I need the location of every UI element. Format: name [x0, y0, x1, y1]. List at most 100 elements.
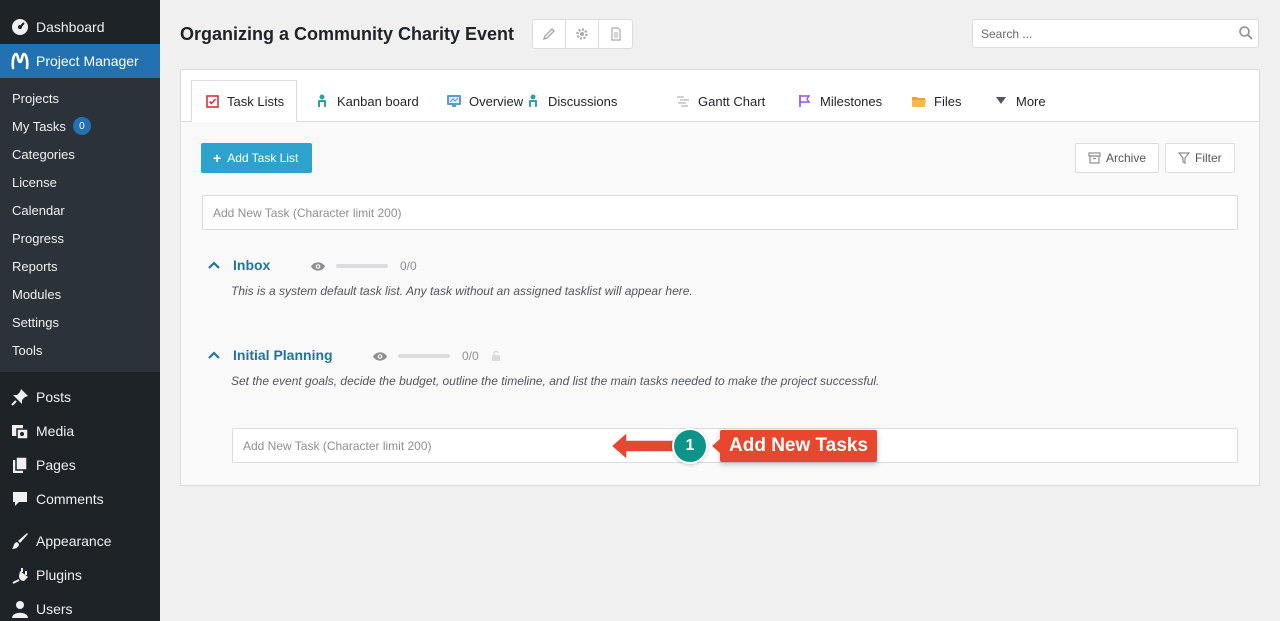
- funnel-icon: [1178, 152, 1190, 164]
- user-icon: [10, 599, 30, 619]
- menu-appearance[interactable]: Appearance: [0, 524, 160, 558]
- media-icon: [10, 421, 30, 441]
- tab-files[interactable]: Files: [899, 80, 973, 122]
- tab-discussions-label: Discussions: [548, 93, 618, 109]
- submenu-modules[interactable]: Modules: [0, 280, 160, 308]
- eye-icon[interactable]: [372, 351, 388, 362]
- tab-files-label: Files: [934, 93, 962, 109]
- menu-dashboard[interactable]: Dashboard: [0, 10, 160, 44]
- chevron-up-icon[interactable]: [207, 260, 221, 270]
- dashboard-icon: [10, 17, 30, 37]
- discussions-people-icon: [525, 93, 541, 109]
- initial-planning-list-description: Set the event goals, decide the budget, …: [231, 374, 880, 388]
- edit-project-button[interactable]: [533, 20, 566, 48]
- filter-label: Filter: [1195, 151, 1222, 165]
- inbox-progress-bar: [336, 264, 388, 268]
- main-area: Organizing a Community Charity Event Tas…: [160, 0, 1280, 621]
- submenu-calendar[interactable]: Calendar: [0, 196, 160, 224]
- caret-down-icon: [993, 93, 1009, 109]
- folder-icon: [911, 93, 927, 109]
- project-manager-icon: [10, 51, 30, 71]
- submenu-progress[interactable]: Progress: [0, 224, 160, 252]
- tab-more-label: More: [1016, 93, 1046, 109]
- tab-more[interactable]: More: [981, 80, 1058, 122]
- add-task-list-label: Add Task List: [227, 151, 299, 165]
- callout-arrow-icon: [609, 430, 676, 462]
- menu-media-label: Media: [36, 423, 75, 439]
- submenu-projects[interactable]: Projects: [0, 84, 160, 112]
- menu-project-manager-label: Project Manager: [36, 53, 139, 69]
- milestone-flag-icon: [797, 93, 813, 109]
- initial-planning-task-count: 0/0: [462, 349, 479, 363]
- archive-label: Archive: [1106, 151, 1147, 165]
- initial-planning-list-header: Initial Planning: [207, 347, 333, 363]
- tab-task-lists[interactable]: Task Lists: [191, 80, 298, 123]
- project-manager-submenu: Projects My Tasks 0 Categories License C…: [0, 78, 160, 372]
- plus-icon: +: [213, 150, 222, 166]
- tab-gantt-chart-label: Gantt Chart: [698, 93, 766, 109]
- inbox-task-count: 0/0: [400, 259, 417, 273]
- pages-icon: [10, 455, 30, 475]
- search-icon[interactable]: [1239, 26, 1253, 40]
- kanban-people-icon: [314, 93, 330, 109]
- step-number-badge: 1: [672, 428, 708, 464]
- menu-plugins[interactable]: Plugins: [0, 558, 160, 592]
- lock-icon[interactable]: [491, 350, 501, 362]
- project-document-button[interactable]: [599, 20, 632, 48]
- menu-comments-label: Comments: [36, 491, 104, 507]
- filter-button[interactable]: Filter: [1165, 143, 1235, 173]
- search-input[interactable]: [972, 19, 1259, 48]
- menu-media[interactable]: Media: [0, 414, 160, 448]
- new-task-input[interactable]: [202, 195, 1238, 230]
- submenu-settings[interactable]: Settings: [0, 308, 160, 336]
- menu-users[interactable]: Users: [0, 592, 160, 621]
- initial-planning-progress-bar: [398, 354, 450, 358]
- project-panel: Task Lists Kanban board Overview Discuss…: [180, 69, 1260, 486]
- archive-box-icon: [1088, 152, 1101, 164]
- submenu-license[interactable]: License: [0, 168, 160, 196]
- add-task-list-button[interactable]: + Add Task List: [201, 143, 313, 173]
- archive-button[interactable]: Archive: [1075, 143, 1160, 173]
- submenu-tools[interactable]: Tools: [0, 336, 160, 364]
- tab-discussions[interactable]: Discussions: [513, 80, 629, 122]
- pencil-icon: [542, 28, 555, 41]
- menu-appearance-label: Appearance: [36, 533, 112, 549]
- menu-project-manager[interactable]: Project Manager: [0, 44, 160, 78]
- project-tools: [532, 19, 633, 49]
- chevron-up-icon[interactable]: [207, 350, 221, 360]
- inbox-list-title[interactable]: Inbox: [233, 257, 270, 273]
- inbox-list-meta: 0/0: [310, 259, 417, 273]
- eye-icon[interactable]: [310, 261, 326, 272]
- menu-posts-label: Posts: [36, 389, 72, 405]
- inbox-list-header: Inbox: [207, 257, 270, 273]
- comment-bubble-icon: [10, 489, 30, 509]
- tab-kanban-board-label: Kanban board: [337, 93, 419, 109]
- my-tasks-count-badge: 0: [72, 117, 91, 135]
- pushpin-icon: [10, 387, 30, 407]
- tab-gantt-chart[interactable]: Gantt Chart: [663, 80, 777, 122]
- step-callout-label: Add New Tasks: [711, 430, 878, 462]
- initial-planning-list-title[interactable]: Initial Planning: [233, 347, 333, 363]
- tab-kanban-board[interactable]: Kanban board: [302, 80, 431, 122]
- inbox-list-description: This is a system default task list. Any …: [231, 284, 693, 298]
- initial-planning-list-meta: 0/0: [372, 349, 501, 363]
- tab-milestones[interactable]: Milestones: [785, 80, 894, 122]
- menu-pages-label: Pages: [36, 457, 76, 473]
- paintbrush-icon: [10, 531, 30, 551]
- tab-milestones-label: Milestones: [820, 93, 883, 109]
- menu-dashboard-label: Dashboard: [36, 19, 105, 35]
- page-title: Organizing a Community Charity Event: [180, 24, 515, 44]
- admin-sidebar: Dashboard Project Manager Projects My Ta…: [0, 0, 160, 621]
- project-settings-button[interactable]: [566, 20, 599, 48]
- submenu-my-tasks[interactable]: My Tasks 0: [0, 112, 160, 140]
- submenu-reports[interactable]: Reports: [0, 252, 160, 280]
- menu-posts[interactable]: Posts: [0, 380, 160, 414]
- plug-icon: [10, 565, 30, 585]
- menu-pages[interactable]: Pages: [0, 448, 160, 482]
- menu-comments[interactable]: Comments: [0, 482, 160, 516]
- project-tabs: Task Lists Kanban board Overview Discuss…: [181, 70, 1259, 123]
- submenu-categories[interactable]: Categories: [0, 140, 160, 168]
- overview-monitor-icon: [446, 93, 462, 109]
- submenu-my-tasks-label: My Tasks: [12, 118, 66, 134]
- menu-plugins-label: Plugins: [36, 567, 82, 583]
